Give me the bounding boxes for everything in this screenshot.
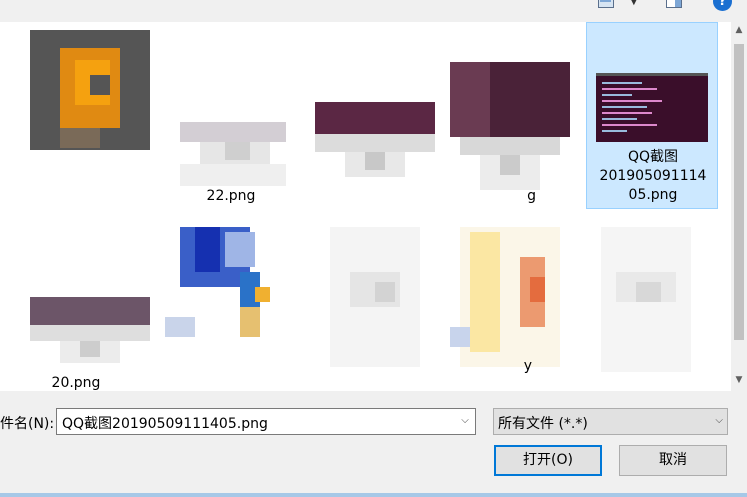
help-icon[interactable]: ? xyxy=(713,0,732,11)
document-icon xyxy=(450,227,560,367)
file-name: g xyxy=(527,188,536,204)
chevron-down-icon[interactable]: ⌵ xyxy=(715,412,723,430)
image-thumbnail-icon xyxy=(450,62,570,202)
file-name: y xyxy=(523,358,532,374)
file-tile[interactable] xyxy=(10,22,150,208)
file-tile[interactable]: g xyxy=(440,22,572,208)
file-name-line-3: 05.png xyxy=(628,187,678,203)
document-icon xyxy=(330,227,420,367)
image-thumbnail-icon xyxy=(315,102,435,197)
dialog-toolbar: ▼ ? xyxy=(0,0,747,22)
file-tile[interactable] xyxy=(165,217,297,391)
chevron-down-icon[interactable]: ⌵ xyxy=(458,412,472,430)
file-name: 20.png xyxy=(51,375,101,391)
file-tile[interactable]: 20.png xyxy=(10,217,150,391)
window-edge xyxy=(0,493,747,497)
document-icon xyxy=(601,227,691,372)
view-options-chevron-icon[interactable]: ▼ xyxy=(630,0,638,7)
filename-value[interactable]: QQ截图20190509111405.png xyxy=(62,413,268,433)
vertical-scrollbar[interactable]: ▲ ▼ xyxy=(731,22,747,391)
cancel-button[interactable]: 取消 xyxy=(619,445,727,476)
preview-pane-icon[interactable] xyxy=(666,0,682,8)
image-thumbnail-icon xyxy=(180,112,286,192)
file-name: 22.png xyxy=(206,188,256,204)
file-type-filter[interactable]: 所有文件 (*.*) ⌵ xyxy=(493,408,728,435)
file-list-pane[interactable]: 22.png g QQ截图 201905091114 05.png 20.png… xyxy=(0,22,731,391)
filename-combobox[interactable]: QQ截图20190509111405.png ⌵ xyxy=(56,408,476,435)
terminal-screenshot-icon xyxy=(596,73,708,142)
change-view-icon[interactable] xyxy=(598,0,614,8)
file-tile-selected[interactable]: QQ截图 201905091114 05.png xyxy=(586,22,718,209)
image-thumbnail-icon xyxy=(30,297,150,377)
file-tile[interactable]: 22.png xyxy=(165,22,297,208)
file-name-line-2: 201905091114 xyxy=(599,168,707,184)
file-tile[interactable]: y xyxy=(440,217,572,391)
open-button[interactable]: 打开(O) xyxy=(494,445,602,476)
image-thumbnail-icon xyxy=(30,30,150,150)
file-name-line-1: QQ截图 xyxy=(627,149,679,165)
file-type-value: 所有文件 (*.*) xyxy=(498,416,588,432)
scroll-down-icon[interactable]: ▼ xyxy=(731,372,747,388)
image-thumbnail-icon xyxy=(165,217,300,347)
file-tile[interactable] xyxy=(586,217,718,391)
file-tile[interactable] xyxy=(300,22,435,208)
file-tile[interactable] xyxy=(300,217,432,391)
filename-label: 件名(N): xyxy=(0,416,55,432)
scroll-up-icon[interactable]: ▲ xyxy=(731,22,747,38)
scrollbar-thumb[interactable] xyxy=(734,44,744,340)
